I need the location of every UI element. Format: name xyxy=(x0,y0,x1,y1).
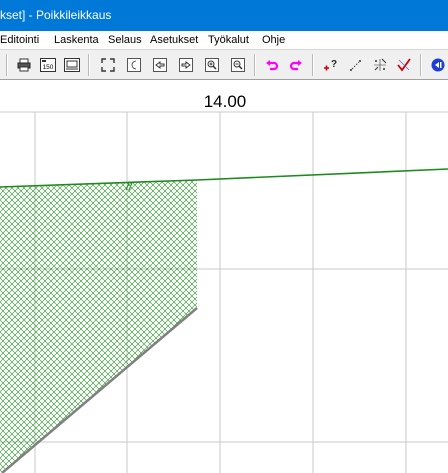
previous-section-button[interactable] xyxy=(150,55,170,75)
cross-section-canvas[interactable]: 14.00 xyxy=(0,80,448,473)
printer-icon xyxy=(17,58,31,72)
measure-distance-icon xyxy=(350,60,361,71)
check-button[interactable] xyxy=(394,55,414,75)
scale-button[interactable]: 150 xyxy=(38,55,58,75)
coordinates-xyz-icon xyxy=(374,58,387,71)
rewind-icon xyxy=(431,58,445,72)
svg-text:?: ? xyxy=(331,59,337,70)
scale-150-icon: 150 xyxy=(40,58,56,72)
zoom-in-icon xyxy=(205,58,219,72)
add-point-button[interactable]: ? xyxy=(320,55,340,75)
zoom-out-button[interactable] xyxy=(228,55,248,75)
menu-laskenta[interactable]: Laskenta xyxy=(54,31,99,49)
toolbar-separator xyxy=(312,54,314,76)
night-mode-icon xyxy=(127,58,141,72)
toolbar-separator xyxy=(254,54,256,76)
toolbar: 150 ? xyxy=(0,49,448,80)
zoom-extents-button[interactable] xyxy=(98,55,118,75)
cut-area xyxy=(0,180,197,473)
svg-text:150: 150 xyxy=(43,64,54,71)
zoom-extents-icon xyxy=(101,58,115,72)
undo-icon xyxy=(266,60,279,71)
next-section-button[interactable] xyxy=(176,55,196,75)
zoom-in-button[interactable] xyxy=(202,55,222,75)
menu-tyokalut[interactable]: Työkalut xyxy=(208,31,249,49)
next-section-icon xyxy=(179,58,193,72)
print-button[interactable] xyxy=(14,55,34,75)
menu-selaus[interactable]: Selaus xyxy=(108,31,142,49)
toolbar-separator xyxy=(88,54,90,76)
terrain-line xyxy=(0,168,448,188)
redo-icon xyxy=(289,60,302,71)
cross-section-drawing xyxy=(0,111,448,473)
night-mode-button[interactable] xyxy=(124,55,144,75)
rewind-button[interactable] xyxy=(428,55,448,75)
check-mark-icon xyxy=(397,58,411,72)
redo-button[interactable] xyxy=(286,55,306,75)
page-layout-button[interactable] xyxy=(62,55,82,75)
undo-button[interactable] xyxy=(262,55,282,75)
measure-distance-button[interactable] xyxy=(346,55,366,75)
zoom-out-icon xyxy=(231,58,245,72)
menu-ohje[interactable]: Ohje xyxy=(262,31,285,49)
window-title: kset] - Poikkileikkaus xyxy=(0,8,112,22)
menu-bar: Editointi Laskenta Selaus Asetukset Työk… xyxy=(0,31,448,49)
menu-asetukset[interactable]: Asetukset xyxy=(150,31,198,49)
title-bar: kset] - Poikkileikkaus xyxy=(0,0,448,31)
section-station-label: 14.00 xyxy=(203,92,247,111)
add-point-icon: ? xyxy=(324,59,337,71)
menu-editointi[interactable]: Editointi xyxy=(0,31,39,49)
toolbar-separator xyxy=(6,54,8,76)
coordinates-button[interactable] xyxy=(370,55,390,75)
toolbar-separator xyxy=(420,54,422,76)
page-layout-icon xyxy=(64,58,80,72)
previous-section-icon xyxy=(153,58,167,72)
